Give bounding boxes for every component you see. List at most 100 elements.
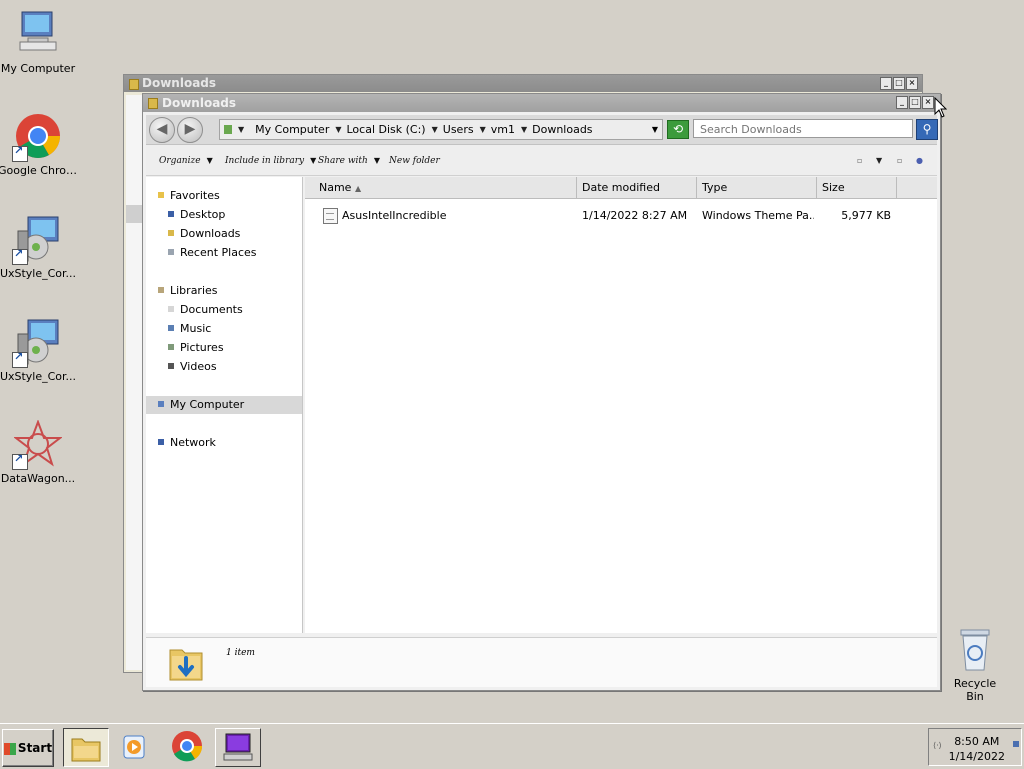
file-list: Name ▲ Date modified Type Size AsusIntel… — [305, 177, 937, 633]
back-button[interactable]: ◀ — [149, 117, 175, 143]
window-title: Downloads — [162, 96, 237, 110]
background-window-title: Downloads — [142, 76, 217, 90]
nav-desktop[interactable]: Desktop — [146, 206, 324, 224]
views-dropdown-icon[interactable]: ▼ — [876, 156, 882, 165]
breadcrumb-vm1[interactable]: vm1 — [491, 123, 515, 136]
details-pane: 1 item — [146, 637, 937, 687]
desktop-icon-label: DataWagon... — [0, 472, 76, 485]
breadcrumb-separator[interactable]: ▼ — [521, 125, 532, 134]
preview-pane-icon[interactable]: ▫ — [897, 156, 902, 165]
breadcrumb-local-disk[interactable]: Local Disk (C:) — [347, 123, 426, 136]
nav-videos[interactable]: Videos — [146, 358, 324, 376]
nav-music[interactable]: Music — [146, 320, 324, 338]
file-row[interactable]: AsusIntelIncredible 1/14/2022 8:27 AM Wi… — [305, 205, 937, 227]
taskbar-explorer-button[interactable] — [63, 728, 109, 767]
search-icon[interactable]: ⚲ — [916, 119, 938, 140]
clock-date: 1/14/2022 — [948, 750, 1005, 763]
breadcrumb-users[interactable]: Users — [443, 123, 474, 136]
nav-recent-places[interactable]: Recent Places — [146, 244, 324, 262]
mouse-cursor-icon — [934, 96, 948, 122]
nav-libraries[interactable]: Libraries — [146, 282, 314, 300]
tray-network-icon[interactable]: ⟨·⟩ — [933, 741, 942, 750]
include-in-library-menu[interactable]: Include in library ▼ — [225, 156, 316, 166]
clock[interactable]: 8:50 AM 1/14/2022 — [949, 734, 1005, 764]
star-icon — [158, 192, 164, 198]
desktop-icon-label: UxStyle_Cor... — [0, 370, 77, 383]
show-desktop-button[interactable] — [1013, 741, 1019, 747]
column-header-date-modified[interactable]: Date modified — [577, 177, 697, 198]
computer-icon — [223, 733, 253, 761]
recent-places-icon — [168, 249, 174, 255]
breadcrumb-downloads[interactable]: Downloads — [532, 123, 592, 136]
background-window-titlebar[interactable]: Downloads _ □ × — [124, 75, 922, 92]
file-name: AsusIntelIncredible — [342, 209, 447, 222]
computer-icon — [158, 401, 164, 407]
minimize-button[interactable]: _ — [880, 77, 892, 90]
start-button[interactable]: Start — [2, 729, 54, 767]
desktop-icon-uxstyle-1[interactable]: UxStyle_Cor... — [0, 215, 78, 280]
sort-ascending-icon: ▲ — [354, 184, 362, 193]
desktop-icon-datawagon[interactable]: DataWagon... — [0, 419, 78, 485]
location-icon — [224, 125, 232, 134]
theme-file-icon — [323, 208, 338, 224]
folder-small-icon — [129, 79, 139, 90]
search-box[interactable] — [693, 119, 913, 139]
maximize-button[interactable]: □ — [893, 77, 905, 90]
downloads-folder-icon — [168, 642, 204, 684]
organize-menu[interactable]: Organize ▼ — [159, 156, 213, 166]
clock-time: 8:50 AM — [954, 735, 1000, 748]
search-input[interactable] — [694, 120, 902, 139]
minimize-button[interactable]: _ — [896, 96, 908, 109]
refresh-button[interactable]: ⟲ — [667, 120, 689, 139]
desktop-icon — [168, 211, 174, 217]
explorer-window[interactable]: Downloads _ □ × ◀ ▶ ▼ My Computer ▼ Loca… — [142, 93, 941, 691]
help-icon[interactable]: ● — [916, 156, 923, 165]
nav-network[interactable]: Network — [146, 434, 314, 452]
downloads-icon — [168, 230, 174, 236]
shortcut-arrow-icon — [12, 144, 28, 162]
taskbar-media-player-button[interactable] — [112, 728, 156, 765]
nav-my-computer[interactable]: My Computer — [146, 396, 302, 414]
nav-favorites[interactable]: Favorites — [146, 187, 314, 205]
breadcrumb-separator[interactable]: ▼ — [335, 125, 346, 134]
breadcrumb-separator[interactable]: ▼ — [480, 125, 491, 134]
desktop-icon-google-chrome[interactable]: Google Chrome — [0, 112, 78, 177]
share-with-menu[interactable]: Share with ▼ — [318, 156, 380, 166]
breadcrumb-separator[interactable]: ▼ — [238, 125, 249, 134]
background-window-left-strip — [126, 95, 143, 670]
forward-button[interactable]: ▶ — [177, 117, 203, 143]
views-icon[interactable]: ▫ — [857, 156, 862, 165]
taskbar-computer-button[interactable] — [215, 728, 261, 767]
desktop-icon-label: My Computer — [0, 62, 76, 75]
column-header-name[interactable]: Name ▲ — [305, 177, 577, 198]
folder-small-icon — [148, 98, 158, 109]
network-icon — [158, 439, 164, 445]
desktop-icon-my-computer[interactable]: My Computer — [0, 10, 78, 75]
address-bar[interactable]: ▼ My Computer ▼ Local Disk (C:) ▼ Users … — [219, 119, 663, 140]
column-header-type[interactable]: Type — [697, 177, 817, 198]
nav-pictures[interactable]: Pictures — [146, 339, 324, 357]
file-date-modified: 1/14/2022 8:27 AM — [582, 209, 688, 222]
breadcrumb-separator[interactable]: ▼ — [432, 125, 443, 134]
breadcrumb-my-computer[interactable]: My Computer — [255, 123, 329, 136]
desktop-icon-recycle-bin[interactable]: Recycle Bin — [944, 626, 1006, 703]
background-window-selection — [126, 205, 142, 223]
desktop-icon-uxstyle-2[interactable]: UxStyle_Cor... — [0, 318, 78, 383]
close-button[interactable]: × — [922, 96, 934, 109]
nav-downloads[interactable]: Downloads — [146, 225, 324, 243]
taskbar: Start ⟨·⟩ 8:50 AM 1/14/2022 — [0, 723, 1024, 769]
music-icon — [168, 325, 174, 331]
address-dropdown-icon[interactable]: ▼ — [652, 125, 658, 134]
column-header-size[interactable]: Size — [817, 177, 897, 198]
navigation-bar: ◀ ▶ ▼ My Computer ▼ Local Disk (C:) ▼ Us… — [146, 115, 938, 145]
new-folder-button[interactable]: New folder — [389, 156, 440, 166]
nav-documents[interactable]: Documents — [146, 301, 324, 319]
explorer-icon — [71, 738, 101, 762]
close-button[interactable]: × — [906, 77, 918, 90]
chrome-icon — [172, 731, 203, 762]
maximize-button[interactable]: □ — [909, 96, 921, 109]
column-header-row: Name ▲ Date modified Type Size — [305, 177, 937, 199]
explorer-titlebar[interactable]: Downloads _ □ × — [143, 94, 940, 112]
taskbar-chrome-button[interactable] — [165, 728, 209, 765]
my-computer-icon — [14, 10, 62, 58]
